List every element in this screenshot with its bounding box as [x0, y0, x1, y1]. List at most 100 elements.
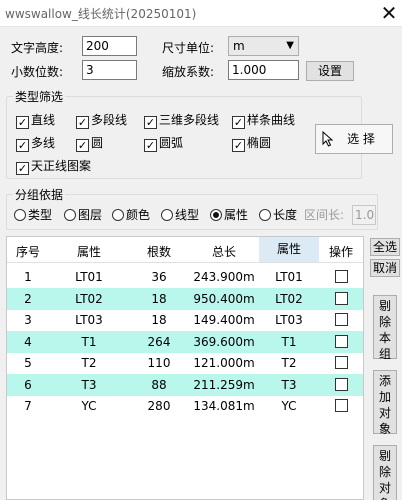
row-action-checkbox[interactable]	[319, 356, 363, 370]
remove-group-button[interactable]: 剔除本组	[373, 295, 397, 361]
row-action-checkbox[interactable]	[319, 291, 363, 306]
checkbox-tangent-pattern[interactable]: ✓ 天正线图案	[16, 159, 91, 175]
cell-attribute: T3	[81, 377, 97, 392]
cell-total-length: 243.900m	[193, 270, 255, 284]
scale-input[interactable]: 1.000	[228, 60, 299, 80]
title-bar: wwswallow_线长统计(20250101) ✕	[0, 0, 402, 27]
cell-attribute: LT01	[75, 270, 103, 284]
add-object-button[interactable]: 添加对象	[373, 370, 397, 436]
row-action-checkbox[interactable]	[319, 377, 363, 392]
checkbox-3d-polyline-label: 三维多段线	[159, 113, 220, 127]
cell-index: 1	[24, 270, 32, 284]
cell-count: 88	[151, 377, 167, 392]
unit-select[interactable]: m ▼	[228, 36, 299, 56]
remove-object-button[interactable]: 剔除对象	[373, 445, 397, 500]
checkbox-mline-label: 多线	[31, 136, 56, 150]
header-action: 操作	[328, 245, 353, 259]
row-action-checkbox[interactable]	[319, 313, 363, 327]
radio-color[interactable]: 颜色	[112, 208, 150, 222]
checkbox-ellipse[interactable]: ✓ 椭圆	[232, 136, 271, 152]
select-button[interactable]: 选 择	[315, 124, 393, 154]
table-row[interactable]: 3 LT03 18 149.400m LT03	[7, 309, 363, 331]
row-action-checkbox[interactable]	[319, 334, 363, 349]
checkbox-line[interactable]: ✓ 直线	[16, 113, 55, 129]
cell-attribute-2: LT02	[275, 291, 303, 306]
cell-attribute-2: T1	[281, 334, 297, 349]
cell-attribute: T2	[81, 356, 97, 370]
header-count: 根数	[146, 245, 171, 259]
unit-label: 尺寸单位:	[162, 41, 215, 55]
row-action-checkbox[interactable]	[319, 270, 363, 284]
checkbox-arc[interactable]: ✓ 圆弧	[144, 136, 183, 152]
text-height-label: 文字高度:	[11, 41, 64, 55]
cell-attribute: T1	[81, 334, 97, 349]
checkbox-icon	[334, 399, 348, 412]
checkbox-3d-polyline[interactable]: ✓ 三维多段线	[144, 113, 219, 129]
radio-linetype[interactable]: 线型	[161, 208, 199, 222]
radio-dot-icon	[14, 209, 26, 221]
cell-attribute: LT02	[75, 291, 103, 306]
checkbox-polyline[interactable]: ✓ 多段线	[76, 113, 127, 129]
close-icon[interactable]: ✕	[376, 0, 402, 26]
radio-dot-icon	[259, 209, 271, 221]
checkbox-icon	[334, 313, 348, 326]
cell-total-length: 149.400m	[193, 313, 255, 327]
decimal-input[interactable]: 3	[82, 60, 137, 80]
text-height-input[interactable]: 200	[82, 36, 137, 56]
check-icon: ✓	[232, 116, 245, 129]
radio-layer-label: 图层	[78, 208, 103, 222]
checkbox-ellipse-label: 椭圆	[247, 136, 272, 150]
radio-type[interactable]: 类型	[14, 208, 52, 222]
cell-attribute-2: T3	[281, 377, 297, 392]
row-action-checkbox[interactable]	[319, 399, 363, 413]
checkbox-circle[interactable]: ✓ 圆	[76, 136, 103, 152]
cell-index: 6	[24, 377, 32, 392]
cell-total-length: 211.259m	[193, 377, 255, 392]
cell-count: 36	[151, 270, 167, 284]
radio-layer[interactable]: 图层	[64, 208, 102, 222]
cell-index: 5	[24, 356, 32, 370]
radio-length[interactable]: 长度	[259, 208, 297, 222]
grouping-title: 分组依据	[13, 186, 66, 203]
cancel-button[interactable]: 取消	[370, 259, 400, 277]
checkbox-icon	[334, 270, 348, 283]
checkbox-line-label: 直线	[31, 113, 56, 127]
checkbox-mline[interactable]: ✓ 多线	[16, 136, 55, 152]
checkbox-spline-label: 样条曲线	[247, 113, 296, 127]
table-row[interactable]: 5 T2 110 121.000m T2	[7, 352, 363, 374]
radio-dot-icon	[161, 209, 173, 221]
header-attribute-2: 属性	[259, 237, 319, 262]
check-icon: ✓	[16, 139, 29, 152]
radio-attribute[interactable]: 属性	[210, 208, 248, 222]
checkbox-spline[interactable]: ✓ 样条曲线	[232, 113, 295, 129]
cell-attribute-2: LT03	[275, 313, 303, 327]
window-title: wwswallow_线长统计(20250101)	[5, 7, 197, 21]
radio-color-label: 颜色	[126, 208, 151, 222]
checkbox-tangent-pattern-label: 天正线图案	[31, 159, 92, 173]
header-index: 序号	[15, 245, 40, 259]
select-all-button[interactable]: 全选	[370, 238, 400, 256]
cell-count: 264	[147, 334, 171, 349]
cell-attribute-2: LT01	[275, 270, 303, 284]
checkbox-circle-label: 圆	[91, 136, 104, 150]
check-icon: ✓	[144, 116, 157, 129]
interval-input[interactable]: 1.0	[352, 205, 376, 225]
table-row[interactable]: 6 T3 88 211.259m T3	[7, 373, 363, 396]
cell-total-length: 134.081m	[193, 399, 255, 413]
decimal-label: 小数位数:	[11, 65, 64, 79]
setup-button[interactable]: 设置	[306, 61, 354, 81]
interval-label: 区间长:	[304, 208, 345, 222]
cell-count: 18	[151, 313, 167, 327]
table-row[interactable]: 1 LT01 36 243.900m LT01	[7, 266, 363, 288]
select-button-label: 选 择	[347, 132, 375, 146]
radio-attribute-label: 属性	[224, 208, 249, 222]
check-icon: ✓	[16, 116, 29, 129]
radio-type-label: 类型	[28, 208, 53, 222]
table-row[interactable]: 2 LT02 18 950.400m LT02	[7, 287, 363, 310]
chevron-down-icon: ▼	[286, 40, 294, 51]
table-row[interactable]: 4 T1 264 369.600m T1	[7, 330, 363, 353]
table-row[interactable]: 7 YC 280 134.081m YC	[7, 395, 363, 417]
cell-index: 3	[24, 313, 32, 327]
cell-attribute: LT03	[75, 313, 103, 327]
check-icon: ✓	[76, 116, 89, 129]
